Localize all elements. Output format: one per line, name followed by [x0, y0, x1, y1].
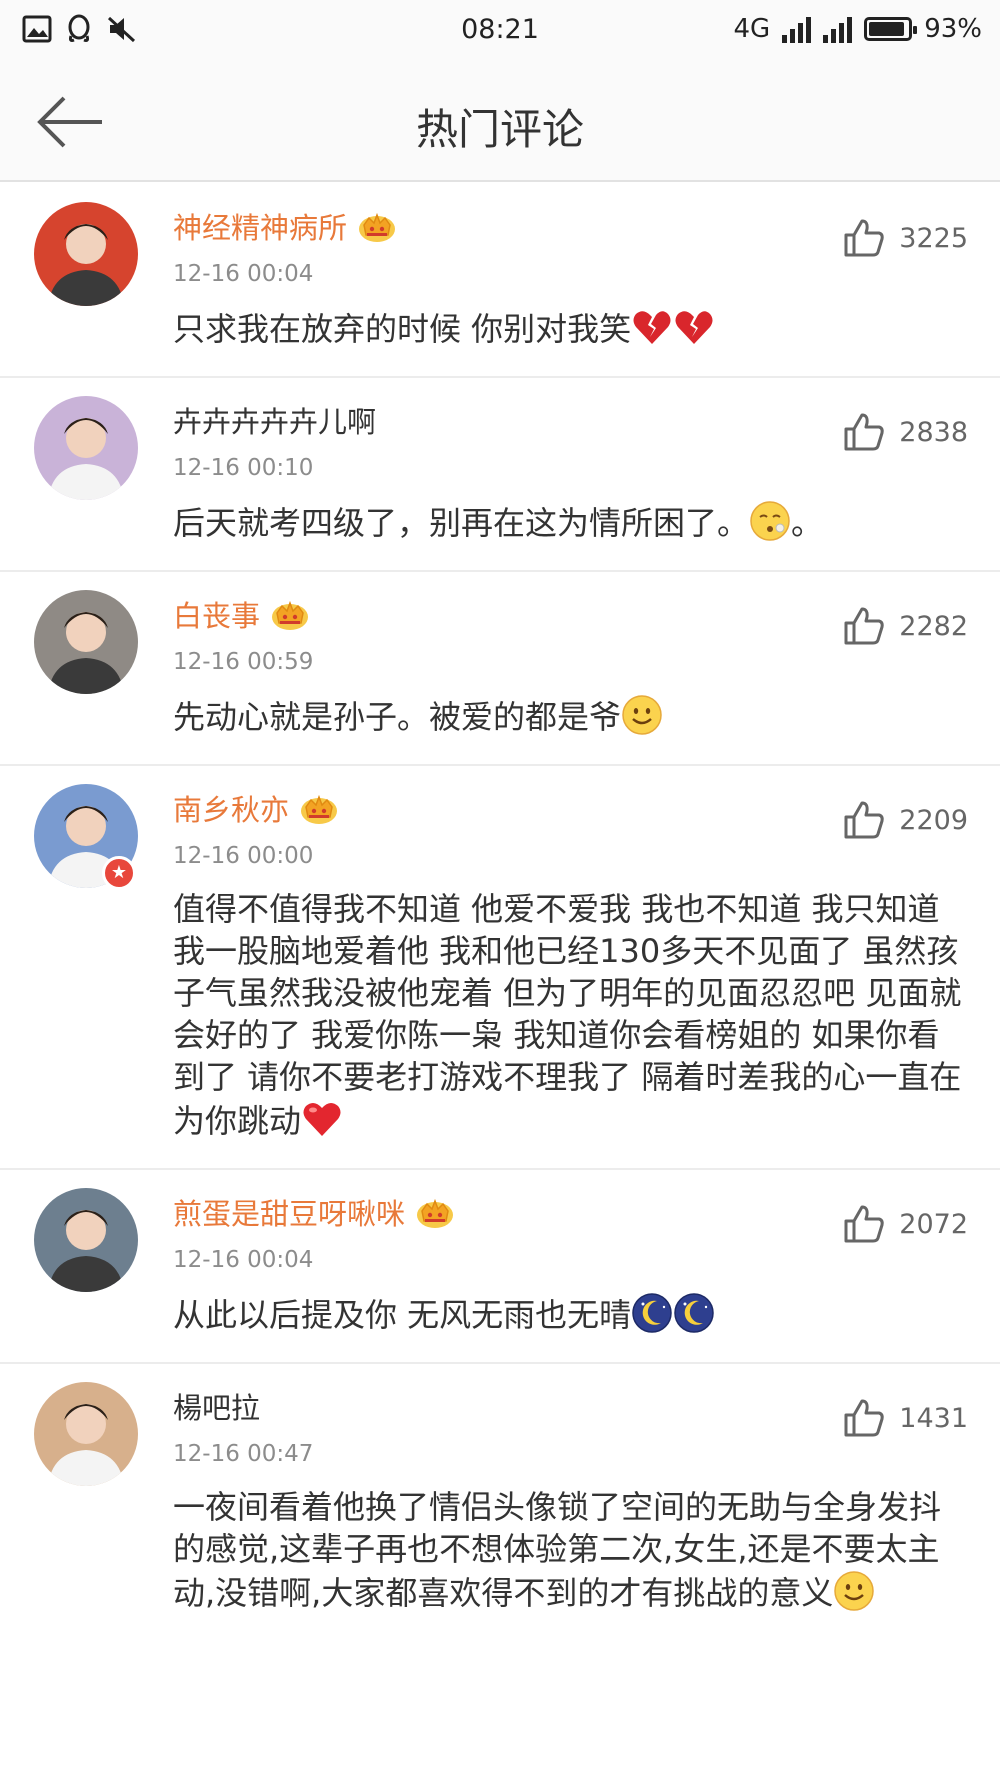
- user-name[interactable]: 楊吧拉: [173, 1385, 260, 1427]
- page-title: 热门评论: [415, 105, 584, 154]
- comment-list: 神经精神病所 12-16 00:04 只求我在放弃的时候 你别对我笑 3225 …: [0, 184, 1000, 1640]
- nav-bar: 热门评论: [0, 62, 1000, 182]
- sleepy-face-icon: [749, 500, 791, 542]
- avatar-image: [34, 202, 138, 306]
- avatar-image: [34, 590, 138, 694]
- like-count: 3225: [899, 222, 968, 254]
- user-name[interactable]: 神经精神病所: [173, 205, 347, 247]
- like-count: 2072: [899, 1208, 968, 1240]
- comment-text: 只求我在放弃的时候 你别对我笑: [173, 306, 963, 350]
- like-button[interactable]: 2072: [843, 1204, 968, 1244]
- avatar[interactable]: [34, 202, 138, 306]
- comment-text-content: 后天就考四级了，别再在这为情所困了。: [173, 504, 750, 542]
- thumbs-up-icon: [844, 413, 884, 451]
- thumbs-up-icon: [844, 607, 884, 645]
- comment-time: 12-16 00:59: [173, 649, 314, 675]
- battery-fill: [869, 22, 905, 36]
- avatar-image: [34, 1382, 138, 1486]
- thumbs-up-icon: [844, 1205, 884, 1243]
- avatar[interactable]: [34, 1188, 138, 1292]
- moon-night-icon: [631, 1292, 673, 1334]
- like-button[interactable]: 2838: [843, 412, 968, 452]
- comment-item: 白丧事 12-16 00:59 先动心就是孙子。被爱的都是爷 2282: [0, 572, 1000, 766]
- avatar-image: [34, 396, 138, 500]
- comment-item: 卉卉卉卉卉儿啊 12-16 00:10 后天就考四级了，别再在这为情所困了。。 …: [0, 378, 1000, 572]
- comment-item: 楊吧拉 12-16 00:47 一夜间看着他换了情侣头像锁了空间的无助与全身发抖…: [0, 1364, 1000, 1640]
- like-count: 2282: [899, 610, 968, 642]
- like-button[interactable]: 1431: [843, 1398, 968, 1438]
- smile-face-icon: [621, 694, 663, 736]
- red-heart-icon: [301, 1098, 343, 1140]
- user-name[interactable]: 白丧事: [173, 593, 260, 635]
- signal-icon: [782, 15, 812, 43]
- smile-face-icon: [833, 1570, 875, 1612]
- vip-crown-icon: [357, 209, 397, 243]
- verified-badge-icon: ★: [102, 856, 136, 890]
- comment-item: 神经精神病所 12-16 00:04 只求我在放弃的时候 你别对我笑 3225: [0, 184, 1000, 378]
- comment-text-content: 值得不值得我不知道 他爱不爱我 我也不知道 我只知道我一股脑地爱着他 我和他已经…: [173, 890, 962, 1140]
- user-name[interactable]: 煎蛋是甜豆呀啾咪: [173, 1191, 405, 1233]
- status-bar: 08:21 4G 93%: [0, 0, 1000, 62]
- comment-text-content: 只求我在放弃的时候 你别对我笑: [173, 310, 632, 348]
- comment-text: 值得不值得我不知道 他爱不爱我 我也不知道 我只知道我一股脑地爱着他 我和他已经…: [173, 888, 963, 1142]
- user-name[interactable]: 南乡秋亦: [173, 787, 289, 829]
- comment-text-content: 先动心就是孙子。被爱的都是爷: [173, 698, 622, 736]
- thumbs-up-icon: [844, 219, 884, 257]
- comment-text: 从此以后提及你 无风无雨也无晴: [173, 1292, 963, 1336]
- comment-time: 12-16 00:04: [173, 1247, 314, 1273]
- like-count: 1431: [899, 1402, 968, 1434]
- comment-item: 煎蛋是甜豆呀啾咪 12-16 00:04 从此以后提及你 无风无雨也无晴 207…: [0, 1170, 1000, 1364]
- avatar[interactable]: [34, 1382, 138, 1486]
- comment-text: 后天就考四级了，别再在这为情所困了。 。: [173, 500, 963, 544]
- signal-icon-2: [823, 15, 853, 43]
- vip-crown-icon: [270, 597, 310, 631]
- vip-crown-icon: [299, 791, 339, 825]
- like-button[interactable]: 2282: [843, 606, 968, 646]
- comment-time: 12-16 00:00: [173, 843, 314, 869]
- broken-heart-icon: [631, 306, 673, 348]
- comment-text-content: 从此以后提及你 无风无雨也无晴: [173, 1296, 632, 1334]
- like-button[interactable]: 3225: [843, 218, 968, 258]
- comment-time: 12-16 00:47: [173, 1441, 314, 1467]
- avatar[interactable]: [34, 590, 138, 694]
- network-type: 4G: [733, 14, 771, 44]
- broken-heart-icon: [673, 306, 715, 348]
- like-count: 2209: [899, 804, 968, 836]
- avatar[interactable]: [34, 396, 138, 500]
- battery-icon: [864, 17, 918, 41]
- status-right-icons: 4G 93%: [734, 14, 983, 44]
- comment-text-suffix: 。: [791, 504, 824, 542]
- like-count: 2838: [899, 416, 968, 448]
- avatar-image: [34, 1188, 138, 1292]
- like-button[interactable]: 2209: [843, 800, 968, 840]
- user-name[interactable]: 卉卉卉卉卉儿啊: [173, 399, 376, 441]
- vip-crown-icon: [415, 1195, 455, 1229]
- thumbs-up-icon: [844, 801, 884, 839]
- comment-time: 12-16 00:10: [173, 455, 314, 481]
- thumbs-up-icon: [844, 1399, 884, 1437]
- comment-text: 一夜间看着他换了情侣头像锁了空间的无助与全身发抖的感觉,这辈子再也不想体验第二次…: [173, 1486, 963, 1614]
- comment-text-content: 一夜间看着他换了情侣头像锁了空间的无助与全身发抖的感觉,这辈子再也不想体验第二次…: [173, 1488, 942, 1612]
- comment-text: 先动心就是孙子。被爱的都是爷: [173, 694, 963, 738]
- battery-percent: 93%: [924, 14, 982, 44]
- moon-night-icon: [673, 1292, 715, 1334]
- comment-time: 12-16 00:04: [173, 261, 314, 287]
- comment-item: 南乡秋亦 12-16 00:00 值得不值得我不知道 他爱不爱我 我也不知道 我…: [0, 766, 1000, 1170]
